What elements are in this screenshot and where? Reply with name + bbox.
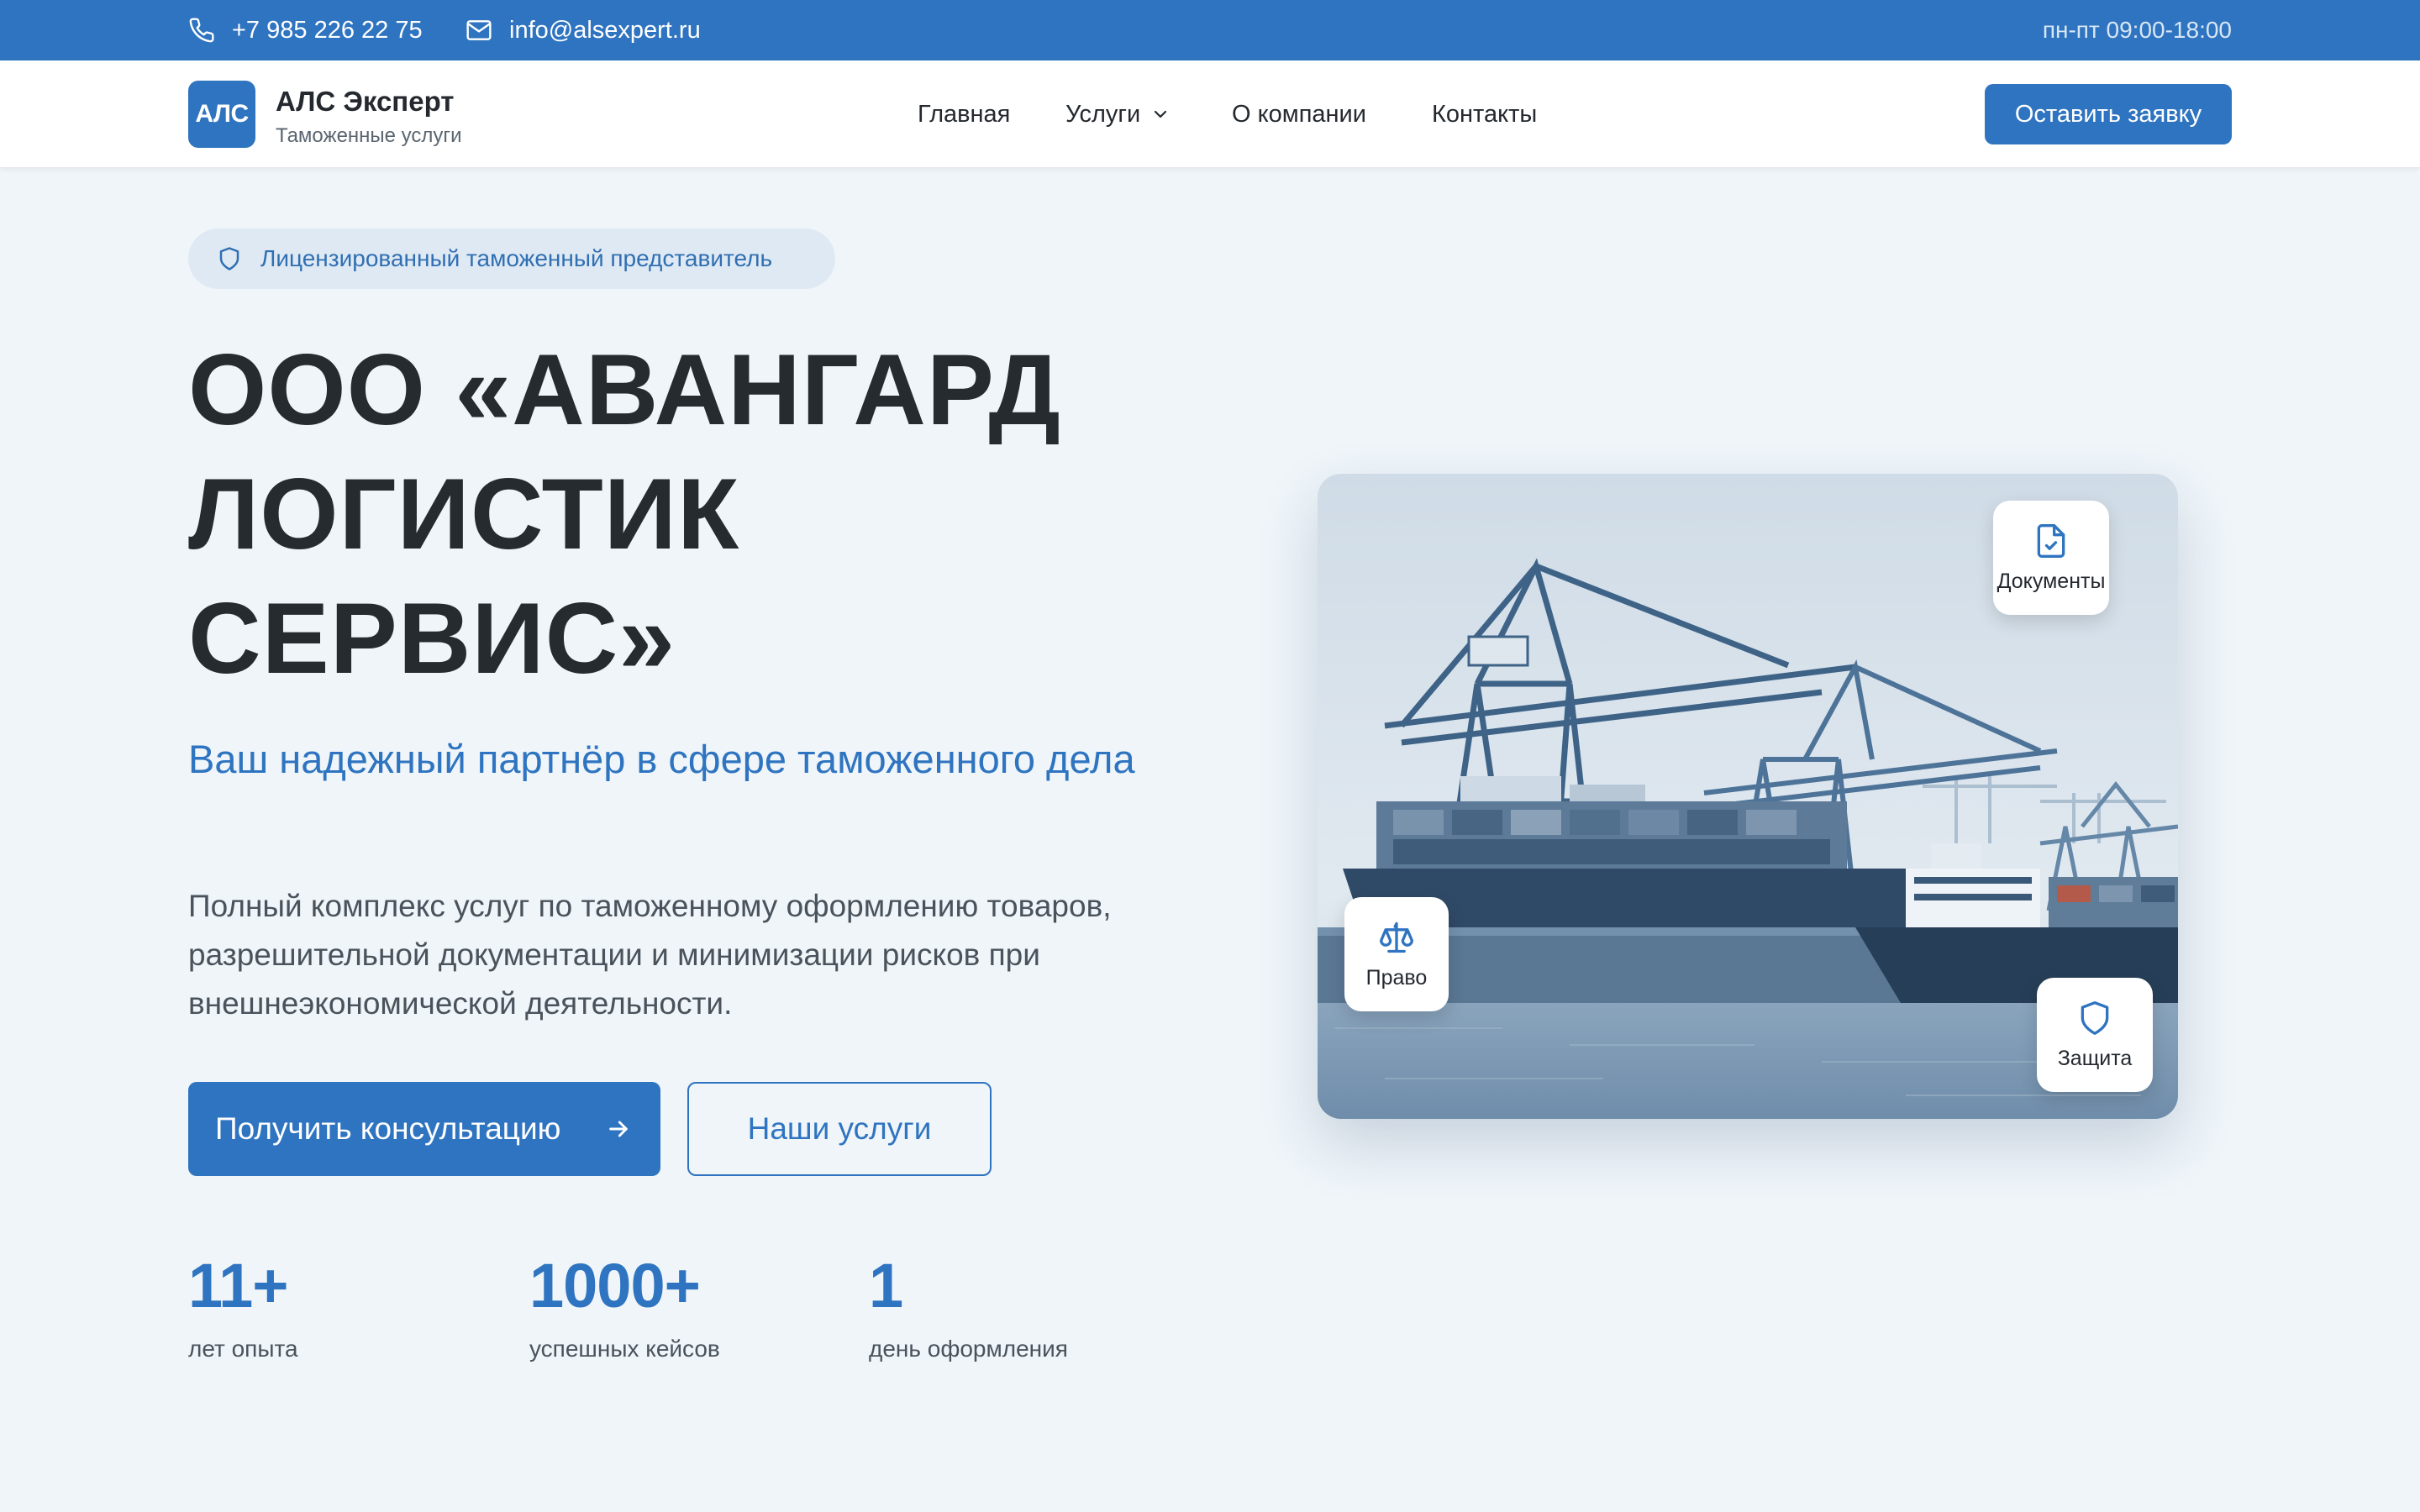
mail-icon — [466, 20, 492, 40]
nav-label: Главная — [918, 100, 1011, 128]
hero-description: Полный комплекс услуг по таможенному офо… — [188, 889, 1112, 1021]
nav-label: Услуги — [1065, 100, 1141, 128]
stat-label: день оформления — [869, 1336, 1068, 1362]
services-button[interactable]: Наши услуги — [687, 1082, 992, 1176]
protection-chip: Защита — [2037, 978, 2153, 1092]
hero-title-line: ООО «АВАНГАРД — [188, 333, 1061, 446]
law-chip-label: Право — [1365, 965, 1428, 990]
document-check-icon — [2037, 523, 2065, 558]
brand-name[interactable]: АЛС Эксперт — [276, 86, 454, 118]
hero-title-line: ЛОГИСТИК — [188, 458, 740, 570]
scales-icon — [1380, 921, 1413, 953]
badge-text: Лицензированный таможенный представитель — [260, 245, 773, 271]
email-text: info@alsexpert.ru — [509, 16, 701, 44]
top-bar: +7 985 226 22 75 info@alsexpert.ru пн-пт… — [0, 0, 2420, 60]
request-button[interactable]: Оставить заявку — [1985, 84, 2232, 144]
stat-value: 1 — [869, 1251, 903, 1320]
documents-chip: Документы — [1993, 501, 2109, 615]
stat-days: 1 день оформления — [869, 1248, 1068, 1362]
stat-label: успешных кейсов — [529, 1336, 720, 1362]
stat-value: 1000+ — [529, 1251, 701, 1320]
working-hours: пн-пт 09:00-18:00 — [2042, 17, 2232, 43]
stat-cases: 1000+ успешных кейсов — [529, 1248, 720, 1362]
port-image: Документы Право Защита — [1318, 474, 2178, 1119]
shield-icon — [2081, 1000, 2109, 1035]
arrow-right-icon — [609, 1121, 628, 1137]
documents-chip-label: Документы — [1996, 569, 2106, 593]
stat-experience: 11+ лет опыта — [188, 1248, 298, 1362]
shield-icon — [219, 247, 239, 270]
stat-value: 11+ — [188, 1251, 288, 1320]
hero-title-line: СЕРВИС» — [188, 582, 676, 695]
brand-tagline: Таможенные услуги — [276, 124, 462, 147]
nav-item-about[interactable]: О компании — [1232, 60, 1366, 168]
phone-text: +7 985 226 22 75 — [232, 16, 423, 44]
hero-title: ООО «АВАНГАРД ЛОГИСТИК СЕРВИС» — [188, 328, 1197, 701]
consultation-button-label: Получить консультацию — [215, 1111, 561, 1146]
nav-label: Контакты — [1432, 100, 1538, 128]
chevron-down-icon — [1155, 110, 1167, 118]
law-chip: Право — [1344, 897, 1449, 1011]
nav-item-home[interactable]: Главная — [918, 60, 1010, 168]
stat-label: лет опыта — [188, 1336, 298, 1362]
nav-item-services[interactable]: Услуги — [1065, 60, 1171, 168]
logo[interactable]: АЛС — [188, 81, 255, 148]
nav-item-contacts[interactable]: Контакты — [1432, 60, 1537, 168]
protection-chip-label: Защита — [2057, 1046, 2133, 1070]
license-badge: Лицензированный таможенный представитель — [188, 228, 835, 289]
consultation-button[interactable]: Получить консультацию — [188, 1082, 660, 1176]
email-link[interactable]: info@alsexpert.ru — [466, 0, 701, 60]
site-header: АЛС АЛС Эксперт Таможенные услуги Главна… — [0, 60, 2420, 168]
nav-label: О компании — [1232, 100, 1366, 128]
hero-subtitle: Ваш надежный партнёр в сфере таможенного… — [188, 737, 1135, 781]
phone-link[interactable]: +7 985 226 22 75 — [188, 0, 423, 60]
phone-icon — [189, 18, 214, 43]
